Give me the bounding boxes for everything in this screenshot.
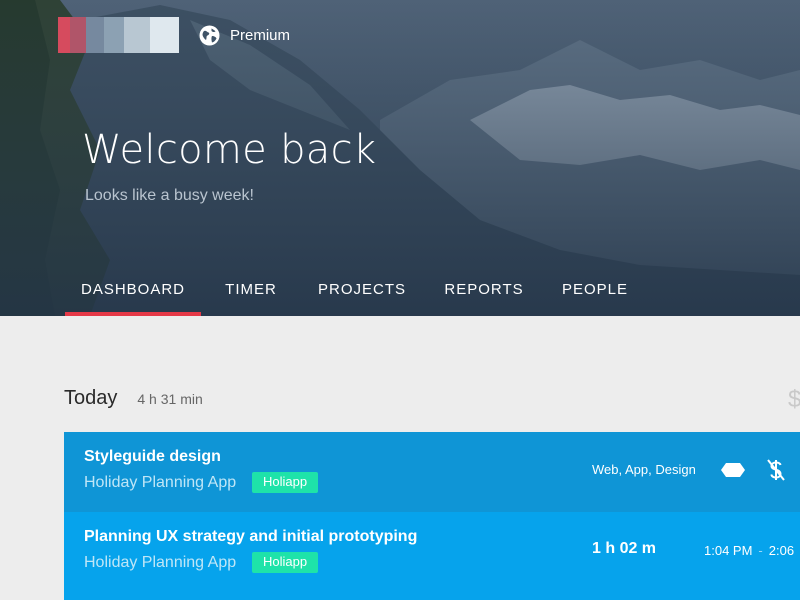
brand-logo[interactable] <box>58 17 179 53</box>
tab-dashboard[interactable]: DASHBOARD <box>65 270 201 316</box>
tab-timer[interactable]: TIMER <box>201 270 301 316</box>
entry-project: Holiday Planning App <box>84 554 237 571</box>
tab-label: PEOPLE <box>561 281 629 298</box>
time-entry-list: Styleguide design Holiday Planning App H… <box>64 432 800 600</box>
header-hero: Premium Welcome back Looks like a busy w… <box>0 0 800 316</box>
plan-label: Premium <box>230 26 291 44</box>
tab-label: TIMER <box>225 281 277 298</box>
plan-indicator[interactable]: Premium <box>199 24 290 46</box>
brand-logo-block <box>58 17 70 53</box>
entry-tags: Web, App, Design <box>592 462 696 477</box>
entry-duration: 1 h 02 m <box>592 540 657 557</box>
brand-logo-block <box>86 17 104 53</box>
today-total-duration: 4 h 31 min <box>137 391 203 407</box>
today-heading: Today <box>64 387 118 409</box>
entry-start-time: 1:04 PM <box>704 543 753 558</box>
page-subtitle: Looks like a busy week! <box>85 187 254 204</box>
main-tabs: DASHBOARD TIMER PROJECTS REPORTS PEOPLE <box>65 270 645 316</box>
today-summary: Today 4 h 31 min <box>64 387 203 410</box>
entry-project: Holiday Planning App <box>84 474 237 491</box>
brand-logo-block <box>104 17 124 53</box>
brand-logo-block <box>70 17 86 53</box>
entry-title: Styleguide design <box>84 448 221 465</box>
client-badge: Holiapp <box>252 472 319 493</box>
tag-icon[interactable] <box>718 462 748 478</box>
brand-logo-block <box>124 17 150 53</box>
entry-title: Planning UX strategy and initial prototy… <box>84 528 418 545</box>
tab-reports[interactable]: REPORTS <box>423 270 545 316</box>
time-entry[interactable]: Planning UX strategy and initial prototy… <box>64 512 800 600</box>
tab-label: REPORTS <box>444 281 524 298</box>
entry-end-time: 2:06 <box>768 543 795 558</box>
client-badge: Holiapp <box>252 552 319 573</box>
time-range-separator: - <box>758 543 763 558</box>
tab-projects[interactable]: PROJECTS <box>301 270 423 316</box>
page-title: Welcome back <box>82 127 377 173</box>
globe-icon <box>199 25 220 45</box>
tab-label: DASHBOARD <box>80 281 186 298</box>
tab-people[interactable]: PEOPLE <box>545 270 645 316</box>
dollar-icon[interactable]: $ <box>788 386 800 414</box>
time-entry[interactable]: Styleguide design Holiday Planning App H… <box>64 432 800 512</box>
not-billable-dollar-icon[interactable] <box>766 458 786 482</box>
brand-logo-block <box>150 17 179 53</box>
entry-time-range: 1:04 PM -2:06 <box>704 543 794 558</box>
tab-label: PROJECTS <box>317 281 406 298</box>
